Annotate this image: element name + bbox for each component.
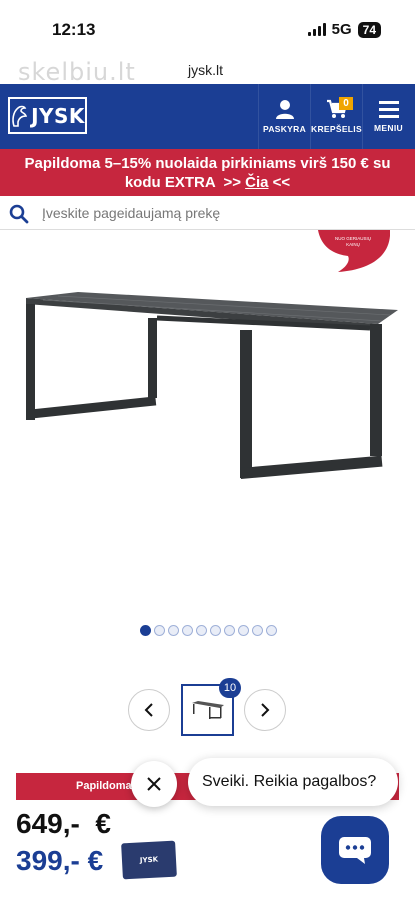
cart-button[interactable]: 0 KREPŠELIS	[310, 84, 362, 149]
logo-text: JYSK	[31, 103, 85, 128]
promo-banner[interactable]: Papildoma 5–15% nuolaida pirkiniams virš…	[0, 149, 415, 196]
site-header: JYSK PASKYRA 0 KREPŠELIS MENIU	[0, 84, 415, 149]
close-chat-button[interactable]	[131, 761, 177, 807]
jysk-logo[interactable]: JYSK	[8, 97, 87, 134]
promo-code-text: kodu EXTRA >>	[124, 174, 246, 191]
product-image[interactable]	[18, 288, 398, 488]
carousel-dot[interactable]	[210, 625, 221, 636]
svg-text:KAINŲ: KAINŲ	[346, 242, 360, 247]
prev-image-button[interactable]	[128, 689, 170, 731]
next-image-button[interactable]	[244, 689, 286, 731]
chevron-right-icon	[261, 703, 270, 717]
status-time: 12:13	[52, 20, 96, 39]
carousel-dot[interactable]	[154, 625, 165, 636]
browser-url-bar[interactable]: skelbiu.lt jysk.lt	[0, 58, 415, 86]
club-card-image: JYSK	[121, 840, 177, 880]
chat-greeting-bubble[interactable]: Sveiki. Reikia pagalbos?	[188, 758, 398, 806]
bird-logo-icon	[12, 105, 28, 127]
carousel-dot[interactable]	[168, 625, 179, 636]
battery-icon: 74	[357, 21, 381, 38]
cart-count-badge: 0	[339, 97, 353, 110]
chevron-left-icon	[144, 703, 153, 717]
carousel-dot[interactable]	[238, 625, 249, 636]
account-button[interactable]: PASKYRA	[258, 84, 310, 149]
close-icon	[147, 777, 161, 791]
table-thumbnail-icon	[191, 701, 224, 719]
price-club: 399,- €	[16, 845, 104, 876]
carousel-dot[interactable]	[196, 625, 207, 636]
network-label: 5G	[331, 21, 352, 38]
cart-label: KREPŠELIS	[311, 124, 362, 134]
hamburger-icon	[378, 100, 399, 118]
url-text[interactable]: jysk.lt	[188, 62, 223, 78]
carousel-dot[interactable]	[252, 625, 263, 636]
account-label: PASKYRA	[262, 124, 307, 134]
status-indicators: 5G 74	[307, 21, 381, 38]
carousel-dot[interactable]	[182, 625, 193, 636]
chat-open-button[interactable]	[321, 816, 389, 884]
menu-button[interactable]: MENIU	[362, 84, 414, 149]
best-price-badge: NUO GERIAUSIŲ KAINŲ	[318, 230, 390, 272]
watermark: skelbiu.lt	[18, 58, 136, 86]
search-icon[interactable]	[9, 204, 29, 224]
carousel-dot[interactable]	[140, 625, 151, 636]
carousel-dot[interactable]	[224, 625, 235, 636]
promo-line-end: <<	[268, 174, 291, 191]
status-bar: 12:13 5G 74	[0, 0, 415, 58]
user-icon	[275, 100, 294, 119]
carousel-dot[interactable]	[266, 625, 277, 636]
svg-text:NUO GERIAUSIŲ: NUO GERIAUSIŲ	[335, 236, 371, 241]
price-regular: 649,- €	[16, 808, 111, 839]
promo-line-1: Papildoma 5–15% nuolaida pirkiniams virš…	[24, 155, 391, 172]
promo-line-2: kodu EXTRA >> Čia <<	[0, 173, 415, 192]
signal-icon	[307, 23, 326, 36]
promo-link[interactable]: Čia	[245, 174, 268, 191]
search-bar	[0, 196, 415, 230]
search-input[interactable]	[42, 202, 402, 224]
image-count-badge: 10	[219, 678, 241, 698]
carousel-dots	[140, 625, 277, 636]
chat-icon	[339, 837, 371, 864]
menu-label: MENIU	[374, 122, 403, 133]
